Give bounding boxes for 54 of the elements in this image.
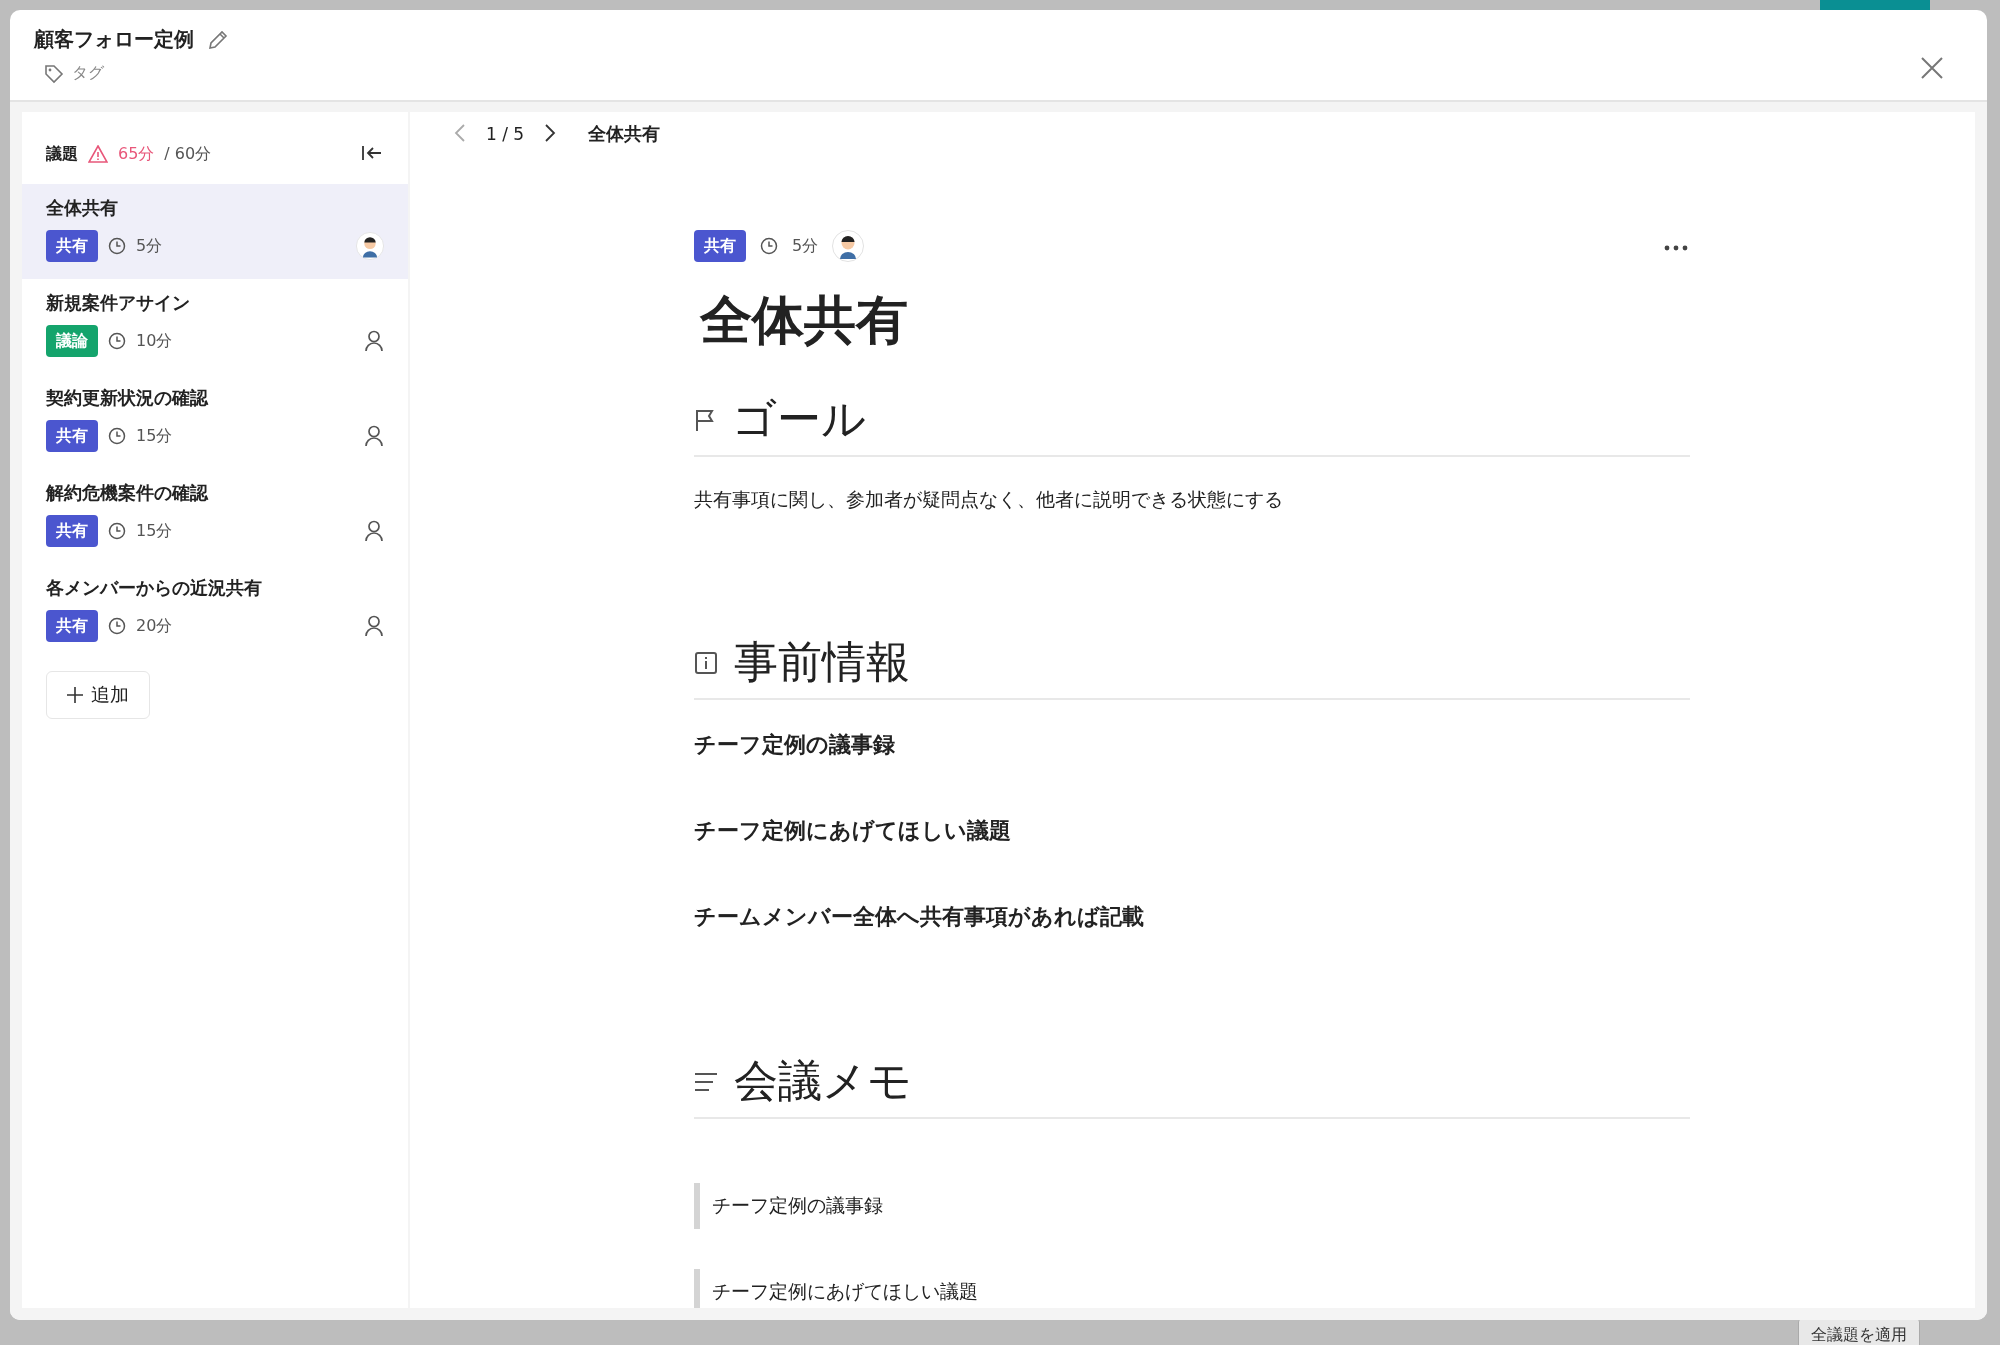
category-badge: 共有: [46, 610, 98, 642]
add-button[interactable]: 追加: [46, 671, 150, 719]
clock-icon: [108, 617, 126, 635]
memo-quote: チーフ定例にあげてほしい議題: [694, 1269, 1690, 1308]
topic-title: 全体共有: [700, 289, 909, 352]
goal-text: 共有事項に関し、参加者が疑問点なく、他者に説明できる状態にする: [694, 487, 1284, 512]
agenda-item-title: 解約危機案件の確認: [46, 481, 210, 505]
person-icon[interactable]: [364, 330, 384, 352]
clock-icon: [108, 427, 126, 445]
duration-text: 10分: [136, 330, 173, 352]
duration-text: 5分: [136, 235, 163, 257]
category-badge: 共有: [694, 230, 746, 262]
category-badge: 共有: [46, 420, 98, 452]
agenda-item-title: 契約更新状況の確認: [46, 386, 210, 410]
clock-icon: [108, 332, 126, 350]
info-heading: チームメンバー全体へ共有事項があれば記載: [694, 903, 1145, 931]
info-heading: チーフ定例の議事録: [694, 731, 896, 759]
info-heading: チーフ定例にあげてほしい議題: [694, 817, 1012, 845]
total-time: 65分: [118, 143, 155, 165]
clock-icon: [108, 522, 126, 540]
agenda-label: 議題: [46, 143, 78, 165]
agenda-item-title: 各メンバーからの近況共有: [46, 576, 263, 600]
clock-icon: [108, 237, 126, 255]
section-heading: ゴール: [732, 392, 866, 446]
plus-icon: [67, 687, 83, 703]
info-icon: [694, 650, 718, 675]
avatar-icon: [356, 232, 384, 260]
duration-text: 20分: [136, 615, 173, 637]
time-limit: / 60分: [164, 143, 212, 165]
page-position: 1 / 5: [486, 124, 525, 144]
tag-field[interactable]: タグ: [72, 63, 104, 84]
person-icon[interactable]: [364, 425, 384, 447]
flag-icon: [694, 407, 716, 432]
person-icon[interactable]: [364, 615, 384, 637]
clock-icon: [760, 237, 778, 255]
memo-quote: チーフ定例の議事録: [694, 1183, 1690, 1229]
tag-icon: [44, 63, 64, 84]
person-icon[interactable]: [364, 520, 384, 542]
avatar-icon: [832, 230, 865, 262]
duration-text: 5分: [792, 235, 819, 257]
apply-all-button[interactable]: 全議題を適用: [1798, 1318, 1920, 1345]
section-heading: 会議メモ: [734, 1054, 912, 1108]
agenda-item-title: 新規案件アサイン: [46, 291, 191, 315]
category-badge: 共有: [46, 230, 98, 262]
agenda-item-title: 全体共有: [46, 196, 119, 220]
category-badge: 議論: [46, 325, 98, 357]
section-heading: 事前情報: [734, 635, 910, 689]
duration-text: 15分: [136, 425, 173, 447]
agenda-item[interactable]: 全体共有 共有 5分: [22, 184, 408, 279]
text-lines-icon: [694, 1071, 718, 1092]
category-badge: 共有: [46, 515, 98, 547]
meeting-title: 顧客フォロー定例: [34, 26, 194, 53]
duration-text: 15分: [136, 520, 173, 542]
pager-title: 全体共有: [588, 122, 661, 146]
